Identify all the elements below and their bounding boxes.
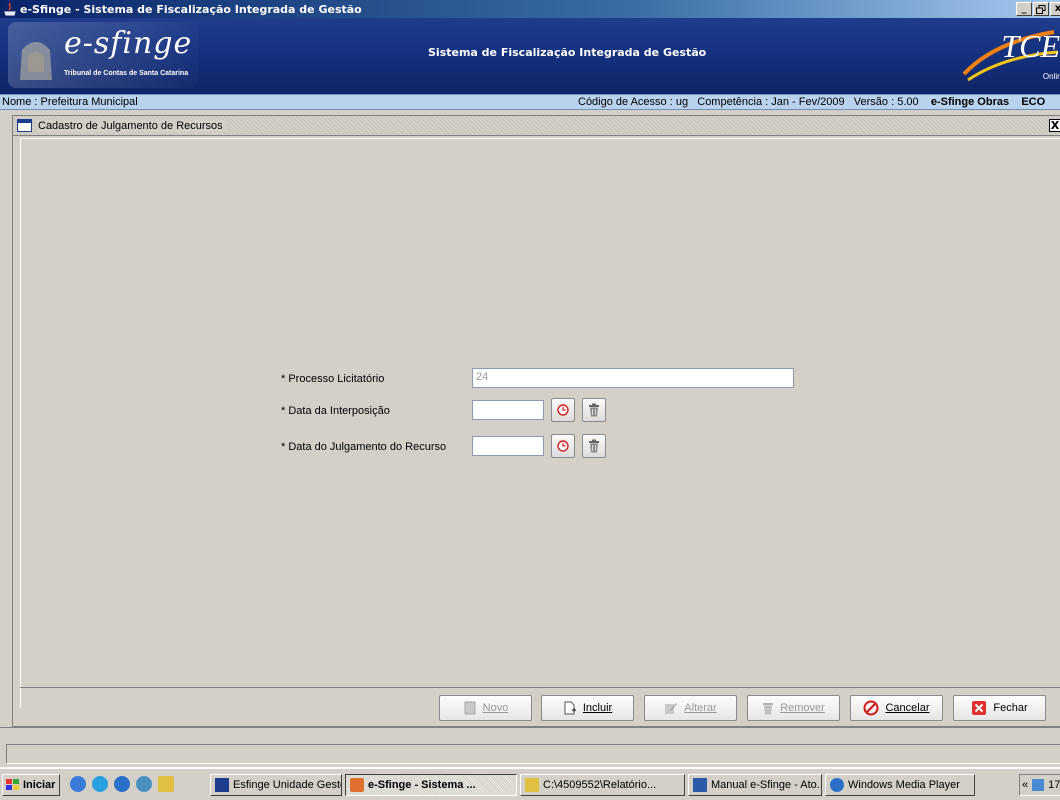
- competencia-text: Competência : Jan - Fev/2009: [697, 96, 845, 108]
- trash-icon: [589, 439, 599, 453]
- remover-button[interactable]: Remover: [747, 695, 840, 721]
- network-icon[interactable]: [1032, 779, 1045, 791]
- julgamento-date-input[interactable]: [472, 436, 544, 456]
- start-button[interactable]: Iniciar: [2, 774, 60, 796]
- module-extra: ECO: [1021, 96, 1046, 108]
- frame-title: Cadastro de Julgamento de Recursos: [37, 119, 227, 132]
- versao-text: Versão : 5.00: [853, 96, 919, 108]
- app-banner: e-sfinge Tribunal de Contas de Santa Cat…: [0, 18, 1060, 94]
- trash-icon: [589, 403, 599, 417]
- task-esfinge-sistema[interactable]: e-Sfinge - Sistema ...: [345, 774, 517, 796]
- interposicao-label: * Data da Interposição: [281, 405, 390, 417]
- word-icon: [693, 778, 707, 792]
- form-content: * Processo Licitatório 24 * Data da Inte…: [20, 138, 1060, 708]
- logo-subtitle: Tribunal de Contas de Santa Catarina: [64, 70, 189, 77]
- processo-input[interactable]: 24: [472, 368, 794, 388]
- tce-logo-text: TCE: [1001, 28, 1060, 64]
- close-icon: [972, 701, 987, 715]
- codigo-acesso-text: Código de Acesso : ug: [578, 96, 689, 108]
- action-button-bar: Novo Incluir Alterar Remover Cancelar Fe…: [20, 687, 1060, 727]
- status-area: [0, 727, 1060, 767]
- session-info-bar: Nome : Prefeitura Municipal Código de Ac…: [0, 94, 1060, 110]
- window-icon: [17, 119, 32, 132]
- alterar-button[interactable]: Alterar: [644, 695, 737, 721]
- incluir-button[interactable]: Incluir: [541, 695, 634, 721]
- quicklaunch-icon[interactable]: [70, 776, 86, 792]
- task-relatorio-folder[interactable]: C:\4509552\Relatório...: [520, 774, 685, 796]
- trash-icon: [763, 703, 774, 715]
- interposicao-clear-button[interactable]: [582, 398, 606, 422]
- cancel-icon: [863, 700, 879, 716]
- tray-expand-button[interactable]: «: [1022, 779, 1028, 791]
- close-button[interactable]: x: [1050, 2, 1060, 16]
- windows-logo-icon: [6, 779, 19, 790]
- status-bar: [6, 744, 1060, 764]
- tce-logo: TCE Online: [954, 22, 1060, 88]
- minimize-button[interactable]: _: [1016, 2, 1032, 16]
- nome-text: Nome : Prefeitura Municipal: [2, 96, 138, 108]
- media-player-icon[interactable]: [114, 776, 130, 792]
- desktop-icon[interactable]: [136, 776, 152, 792]
- task-media-player[interactable]: Windows Media Player: [825, 774, 975, 796]
- taskbar: Iniciar Esfinge Unidade Gestora e-Sfinge…: [0, 767, 1060, 800]
- task-esfinge-ug[interactable]: Esfinge Unidade Gestora: [210, 774, 342, 796]
- new-document-icon: [464, 701, 476, 715]
- clock: 17:08: [1048, 779, 1060, 791]
- internal-frame: Cadastro de Julgamento de Recursos X * P…: [12, 115, 1060, 727]
- interposicao-calendar-button[interactable]: [551, 398, 575, 422]
- logo-text: e-sfinge: [64, 26, 193, 61]
- clock-icon: [557, 404, 569, 416]
- media-player-icon: [830, 778, 844, 792]
- clock-icon: [557, 440, 569, 452]
- frame-close-button[interactable]: X: [1049, 119, 1060, 132]
- window-title: e-Sfinge - Sistema de Fiscalização Integ…: [20, 2, 362, 16]
- interposicao-date-input[interactable]: [472, 400, 544, 420]
- novo-button[interactable]: Novo: [439, 695, 532, 721]
- system-tray: « 17:08: [1019, 774, 1060, 796]
- tce-logo-subtitle: Online: [1042, 72, 1060, 81]
- cancelar-button[interactable]: Cancelar: [850, 695, 943, 721]
- julgamento-clear-button[interactable]: [582, 434, 606, 458]
- esfinge-logo: e-sfinge Tribunal de Contas de Santa Cat…: [8, 22, 198, 88]
- system-name: Sistema de Fiscalização Integrada de Ges…: [428, 46, 707, 59]
- window-title-bar[interactable]: e-Sfinge - Sistema de Fiscalização Integ…: [0, 0, 1060, 18]
- edit-icon: [665, 703, 678, 714]
- frame-title-bar[interactable]: Cadastro de Julgamento de Recursos X: [13, 116, 1060, 136]
- folder-icon[interactable]: [158, 776, 174, 792]
- module-name: e-Sfinge Obras: [930, 96, 1010, 108]
- task-manual-word[interactable]: Manual e-Sfinge - Ato...: [688, 774, 822, 796]
- maximize-button[interactable]: [1033, 2, 1049, 16]
- julgamento-calendar-button[interactable]: [551, 434, 575, 458]
- fechar-button[interactable]: Fechar: [953, 695, 1046, 721]
- add-document-icon: [564, 701, 576, 715]
- sphinx-icon: [20, 42, 52, 80]
- tce-app-icon: [215, 778, 229, 792]
- processo-label: * Processo Licitatório: [281, 373, 385, 385]
- julgamento-label: * Data do Julgamento do Recurso: [281, 441, 447, 453]
- internet-explorer-icon[interactable]: [92, 776, 108, 792]
- java-app-icon: [3, 2, 17, 16]
- folder-icon: [525, 778, 539, 792]
- java-app-icon: [350, 778, 364, 792]
